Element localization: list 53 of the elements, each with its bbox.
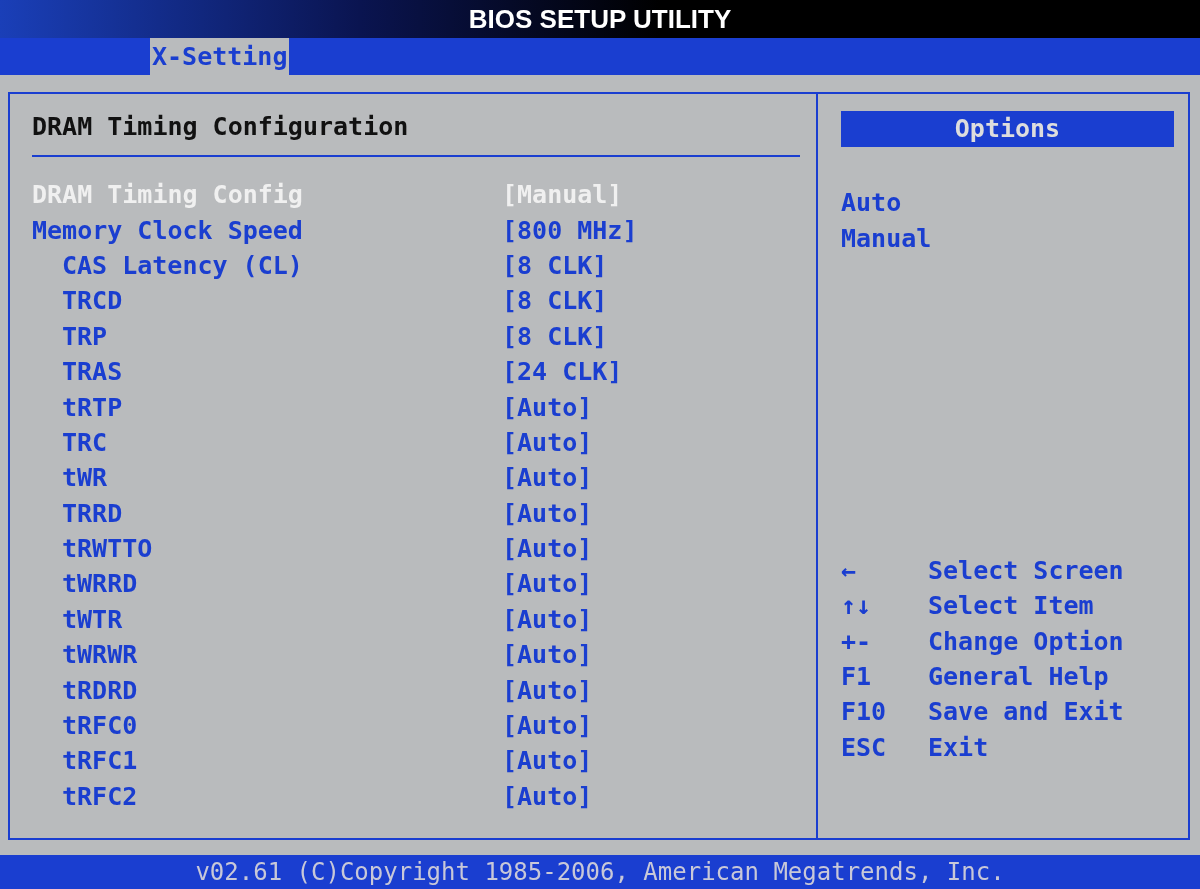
setting-label[interactable]: tWRRD <box>32 569 502 599</box>
setting-value: [Auto] <box>502 427 593 457</box>
setting-value: [8 CLK] <box>502 321 608 351</box>
setting-label[interactable]: tRWTTO <box>32 534 502 564</box>
copyright-text: v02.61 (C)Copyright 1985-2006, American Megatrends, Inc. <box>195 858 1005 886</box>
setting-label[interactable]: TRAS <box>32 357 502 387</box>
help-key: ↑↓ <box>841 591 928 621</box>
setting-value: [8 CLK] <box>502 286 608 316</box>
setting-value: [Auto] <box>502 392 593 422</box>
setting-value: [800 MHz] <box>502 215 638 245</box>
setting-value: [Auto] <box>502 604 593 634</box>
help-action: General Help <box>928 662 1109 692</box>
setting-label[interactable]: TRCD <box>32 286 502 316</box>
setting-label[interactable]: tRDRD <box>32 675 502 705</box>
setting-label[interactable]: Memory Clock Speed <box>32 215 502 245</box>
option-item[interactable]: Auto <box>841 185 1174 221</box>
menu-tab[interactable]: X-Setting <box>150 38 290 75</box>
setting-value: [Auto] <box>502 746 593 776</box>
help-action: Select Screen <box>928 556 1124 586</box>
setting-label[interactable]: tWR <box>32 463 502 493</box>
setting-value: [Auto] <box>502 711 593 741</box>
setting-value: [8 CLK] <box>502 250 608 280</box>
setting-label[interactable]: tRFC1 <box>32 746 502 776</box>
help-key: ESC <box>841 732 928 762</box>
window-title: BIOS SETUP UTILITY <box>468 3 732 35</box>
help-action: Select Item <box>928 591 1094 621</box>
help-action: Change Option <box>928 626 1124 656</box>
option-item[interactable]: Manual <box>841 221 1174 257</box>
help-action: Save and Exit <box>928 697 1124 727</box>
setting-label[interactable]: TRRD <box>32 498 502 528</box>
help-key: F1 <box>841 662 928 692</box>
setting-label[interactable]: tRFC0 <box>32 711 502 741</box>
help-key: +- <box>841 626 928 656</box>
setting-label[interactable]: TRC <box>32 427 502 457</box>
setting-value: [Auto] <box>502 498 593 528</box>
setting-value: [Auto] <box>502 675 593 705</box>
setting-value: [Auto] <box>502 569 593 599</box>
options-header: Options <box>841 111 1174 147</box>
setting-value: [Auto] <box>502 640 593 670</box>
setting-label[interactable]: tWTR <box>32 604 502 634</box>
help-key: F10 <box>841 697 928 727</box>
setting-label[interactable]: tRTP <box>32 392 502 422</box>
setting-value: [24 CLK] <box>502 357 623 387</box>
setting-label[interactable]: CAS Latency (CL) <box>32 250 502 280</box>
setting-label[interactable]: tRFC2 <box>32 781 502 811</box>
help-key: ← <box>841 556 928 586</box>
setting-value: [Auto] <box>502 534 593 564</box>
setting-value: [Auto] <box>502 463 593 493</box>
setting-label[interactable]: TRP <box>32 321 502 351</box>
help-action: Exit <box>928 732 989 762</box>
section-title: DRAM Timing Configuration <box>32 112 410 143</box>
setting-label[interactable]: tWRWR <box>32 640 502 670</box>
setting-value: [Auto] <box>502 781 593 811</box>
